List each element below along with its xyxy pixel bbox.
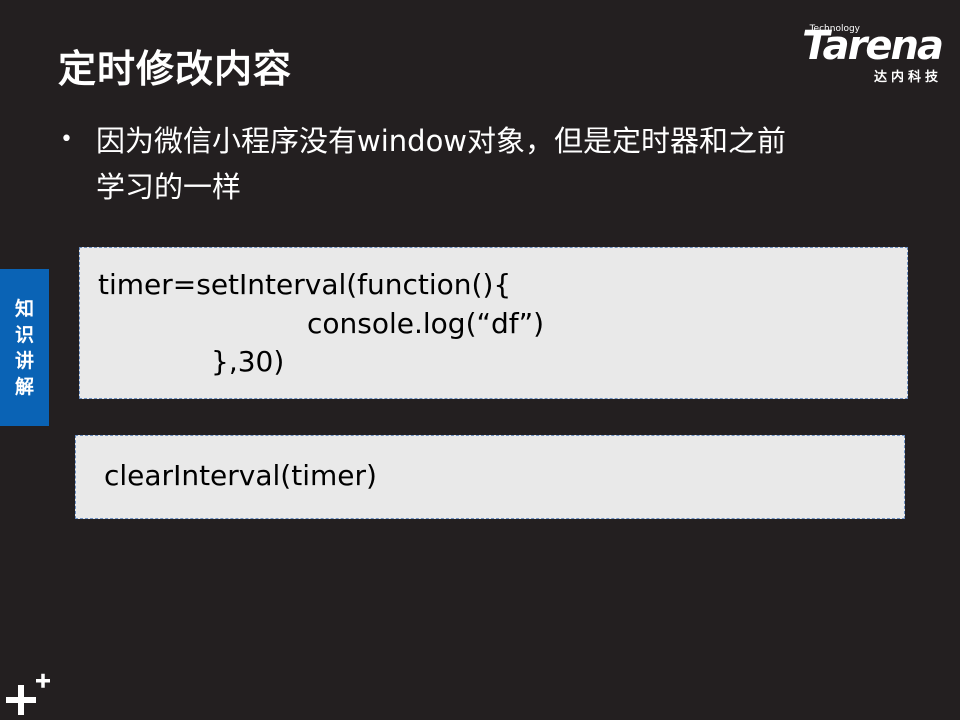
bullet-dot-icon: • (60, 127, 73, 152)
side-tab-char: 讲 (14, 349, 34, 372)
bullet-line-2: 学习的一样 (96, 170, 242, 204)
bullet-item: • 因为微信小程序没有window对象，但是定时器和之前 学习的一样 (60, 118, 880, 210)
slide-title: 定时修改内容 (58, 47, 293, 91)
knowledge-explain-tab: 知 识 讲 解 (0, 269, 49, 426)
side-tab-char: 知 (14, 297, 34, 320)
code-line: timer=setInterval(function(){ (98, 268, 512, 301)
bullet-text: 因为微信小程序没有window对象，但是定时器和之前 学习的一样 (96, 118, 880, 210)
side-tab-char: 解 (14, 375, 34, 398)
code-box-set-interval: timer=setInterval(function(){ console.lo… (79, 247, 908, 399)
code-line: },30) (211, 345, 285, 378)
code-box-clear-interval: clearInterval(timer) (75, 435, 905, 519)
logo-cn-text: 达内科技 (873, 70, 942, 85)
side-tab-char: 识 (14, 323, 34, 346)
tarena-logo: Technology Tarena 达内科技 (772, 22, 944, 92)
bullet-line-1: 因为微信小程序没有window对象，但是定时器和之前 (96, 124, 787, 158)
code-line: clearInterval(timer) (104, 459, 377, 492)
logo-brand-text: Tarena (802, 23, 944, 69)
plus-sparkle-icon (6, 672, 52, 716)
code-line: console.log(“df”) (307, 307, 545, 340)
